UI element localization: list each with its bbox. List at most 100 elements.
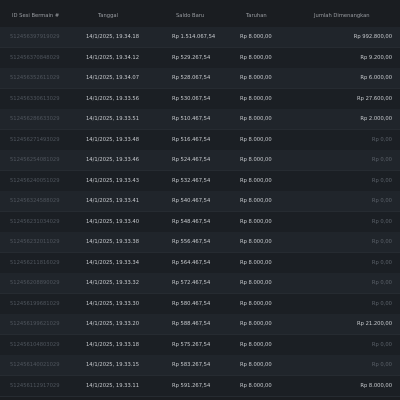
session-id-cell: 512456271493029 [10, 136, 60, 143]
amount-won-cell: Rp 21.200,00 [357, 321, 392, 327]
date-cell: 14/1/2025, 19.34.18 [86, 34, 139, 40]
amount-won-cell: Rp 0,00 [371, 341, 392, 348]
new-balance-cell: Rp 572.467,54 [172, 280, 211, 286]
date-cell: 14/1/2025, 19.34.12 [86, 54, 139, 61]
bet-cell: Rp 8.000,00 [240, 218, 272, 225]
session-id-cell: 512456286633029 [10, 116, 60, 122]
new-balance-cell: Rp 1.514.067,54 [172, 34, 216, 40]
session-id-cell: 512456199621029 [10, 321, 60, 327]
date-cell: 14/1/2025, 19.33.11 [86, 382, 139, 389]
new-balance-cell: Rp 575.267,54 [172, 341, 211, 348]
header-new-balance: Saldo Baru [176, 13, 205, 19]
amount-won-cell: Rp 6.000,00 [360, 75, 392, 81]
bet-cell: Rp 8.000,00 [240, 300, 272, 307]
date-cell: 14/1/2025, 19.33.18 [86, 341, 139, 348]
bet-cell: Rp 8.000,00 [240, 116, 272, 122]
table-row[interactable]: 512456211816029 14/1/2025, 19.33.34 Rp 564… [0, 252, 400, 273]
date-cell: 14/1/2025, 19.33.43 [86, 177, 139, 184]
date-cell: 14/1/2025, 19.33.15 [86, 362, 139, 368]
new-balance-cell: Rp 556.467,54 [172, 239, 211, 245]
amount-won-cell: Rp 27.600,00 [357, 95, 392, 102]
new-balance-cell: Rp 524.467,54 [172, 157, 211, 163]
bet-cell: Rp 8.000,00 [240, 382, 272, 389]
table-row[interactable]: 512456324588029 14/1/2025, 19.33.41 Rp 540… [0, 191, 400, 212]
date-cell: 14/1/2025, 19.33.46 [86, 157, 139, 163]
session-id-cell: 512456199681029 [10, 300, 60, 307]
session-id-cell: 512456352611029 [10, 75, 60, 81]
table-row[interactable]: 512456352611029 14/1/2025, 19.34.07 Rp 528… [0, 68, 400, 89]
table-row[interactable]: 512456397919029 14/1/2025, 19.34.18 Rp 1.5… [0, 27, 400, 48]
session-id-cell: 512456112917029 [10, 382, 60, 389]
new-balance-cell: Rp 580.467,54 [172, 300, 211, 307]
amount-won-cell: Rp 0,00 [371, 259, 392, 266]
amount-won-cell: Rp 0,00 [371, 362, 392, 368]
header-date: Tanggal [98, 13, 118, 19]
table-row[interactable]: 512456370848029 14/1/2025, 19.34.12 Rp 529… [0, 47, 400, 68]
bet-cell: Rp 8.000,00 [240, 157, 272, 163]
bet-cell: Rp 8.000,00 [240, 280, 272, 286]
session-id-cell: 512456254081029 [10, 157, 60, 163]
table-row[interactable]: 512456232011029 14/1/2025, 19.33.38 Rp 556… [0, 232, 400, 253]
session-id-cell: 512456240051029 [10, 177, 60, 184]
table-row[interactable]: 512456112917029 14/1/2025, 19.33.11 Rp 591… [0, 375, 400, 396]
session-id-cell: 512456324588029 [10, 198, 60, 204]
new-balance-cell: Rp 530.067,54 [172, 95, 211, 102]
bet-cell: Rp 8.000,00 [240, 341, 272, 348]
bet-cell: Rp 8.000,00 [240, 239, 272, 245]
session-id-cell: 512456397919029 [10, 34, 60, 40]
date-cell: 14/1/2025, 19.33.41 [86, 198, 139, 204]
table-row[interactable]: 512456286633029 14/1/2025, 19.33.51 Rp 510… [0, 109, 400, 130]
session-id-cell: 512456211816029 [10, 259, 60, 266]
date-cell: 14/1/2025, 19.33.34 [86, 259, 139, 266]
bet-cell: Rp 8.000,00 [240, 362, 272, 368]
date-cell: 14/1/2025, 19.34.07 [86, 75, 139, 81]
amount-won-cell: Rp 0,00 [371, 198, 392, 204]
date-cell: 14/1/2025, 19.33.56 [86, 95, 139, 102]
date-cell: 14/1/2025, 19.33.38 [86, 239, 139, 245]
new-balance-cell: Rp 548.467,54 [172, 218, 211, 225]
header-amount-won: Jumlah Dimenangkan [314, 13, 370, 19]
new-balance-cell: Rp 529.267,54 [172, 54, 211, 61]
amount-won-cell: Rp 0,00 [371, 218, 392, 225]
amount-won-cell: Rp 0,00 [371, 177, 392, 184]
table-row[interactable]: 512456199681029 14/1/2025, 19.33.30 Rp 580… [0, 293, 400, 314]
bet-cell: Rp 8.000,00 [240, 198, 272, 204]
table-row[interactable]: 512456199621029 14/1/2025, 19.33.20 Rp 588… [0, 314, 400, 335]
amount-won-cell: Rp 8.000,00 [360, 382, 392, 389]
table-row[interactable]: 512456140021029 14/1/2025, 19.33.15 Rp 583… [0, 355, 400, 376]
table-row[interactable]: 512456254081029 14/1/2025, 19.33.46 Rp 524… [0, 150, 400, 171]
new-balance-cell: Rp 588.467,54 [172, 321, 211, 327]
session-id-cell: 512456208890029 [10, 280, 60, 286]
bet-cell: Rp 8.000,00 [240, 95, 272, 102]
history-table-body: 512456397919029 14/1/2025, 19.34.18 Rp 1.5… [0, 27, 400, 396]
session-id-cell: 512456370848029 [10, 54, 60, 61]
date-cell: 14/1/2025, 19.33.30 [86, 300, 139, 307]
session-id-cell: 512456330613029 [10, 95, 60, 102]
header-bet: Taruhan [246, 13, 267, 19]
table-row[interactable]: 512456208890029 14/1/2025, 19.33.32 Rp 572… [0, 273, 400, 294]
table-row[interactable]: 512456231034029 14/1/2025, 19.33.40 Rp 548… [0, 211, 400, 232]
new-balance-cell: Rp 583.267,54 [172, 362, 211, 368]
session-id-cell: 512456232011029 [10, 239, 60, 245]
table-row[interactable]: 512456240051029 14/1/2025, 19.33.43 Rp 532… [0, 170, 400, 191]
date-cell: 14/1/2025, 19.33.48 [86, 136, 139, 143]
date-cell: 14/1/2025, 19.33.51 [86, 116, 139, 122]
date-cell: 14/1/2025, 19.33.20 [86, 321, 139, 327]
new-balance-cell: Rp 532.467,54 [172, 177, 211, 184]
bet-cell: Rp 8.000,00 [240, 75, 272, 81]
date-cell: 14/1/2025, 19.33.40 [86, 218, 139, 225]
header-session-id: ID Sesi Bermain # [12, 13, 60, 19]
date-cell: 14/1/2025, 19.33.32 [86, 280, 139, 286]
bet-cell: Rp 8.000,00 [240, 34, 272, 40]
amount-won-cell: Rp 0,00 [371, 300, 392, 307]
session-id-cell: 512456231034029 [10, 218, 60, 225]
session-id-cell: 512456104803029 [10, 341, 60, 348]
table-row[interactable]: 512456330613029 14/1/2025, 19.33.56 Rp 530… [0, 88, 400, 109]
game-history-screen: ID Sesi Bermain # Tanggal Saldo Baru Tar… [0, 0, 400, 400]
amount-won-cell: Rp 0,00 [371, 136, 392, 143]
table-row[interactable]: 512456104803029 14/1/2025, 19.33.18 Rp 575… [0, 334, 400, 355]
new-balance-cell: Rp 528.067,54 [172, 75, 211, 81]
new-balance-cell: Rp 591.267,54 [172, 382, 211, 389]
table-row[interactable]: 512456271493029 14/1/2025, 19.33.48 Rp 516… [0, 129, 400, 150]
amount-won-cell: Rp 2.000,00 [360, 116, 392, 122]
